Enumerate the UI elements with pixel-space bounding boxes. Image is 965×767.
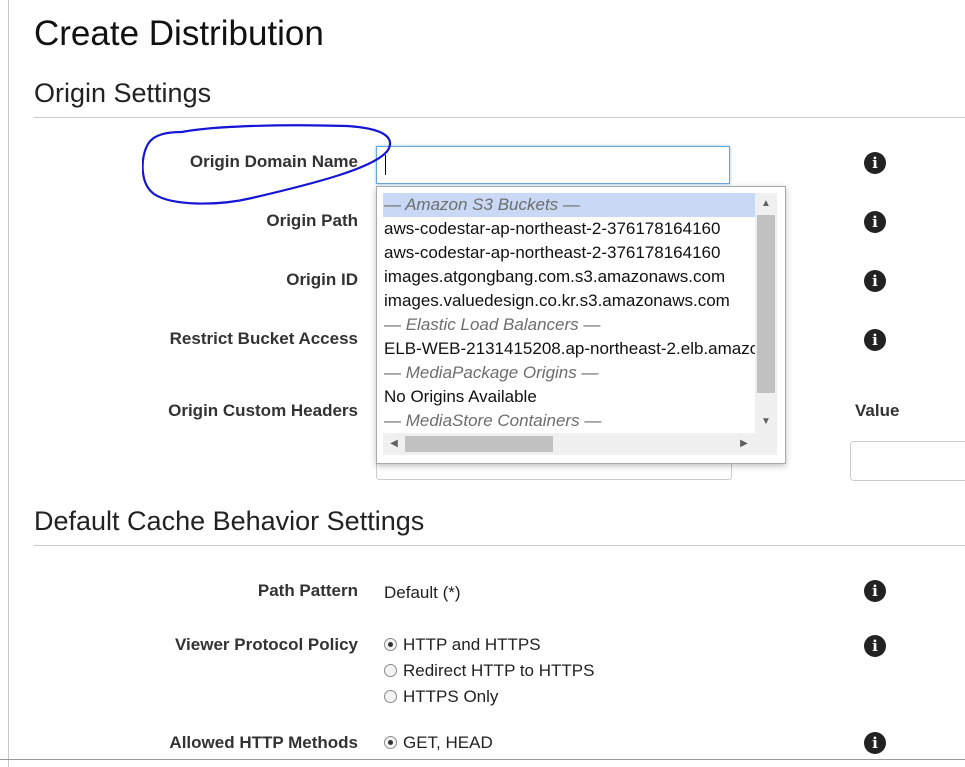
- scroll-left-icon[interactable]: ◀: [383, 433, 405, 455]
- dropdown-option[interactable]: ELB-WEB-2131415208.ap-northeast-2.elb.am…: [383, 337, 755, 361]
- origin-domain-dropdown[interactable]: — Amazon S3 Buckets — aws-codestar-ap-nor…: [376, 186, 786, 464]
- dropdown-option[interactable]: No Origins Available: [383, 385, 755, 409]
- origin-custom-headers-label: Origin Custom Headers: [168, 401, 358, 420]
- origin-domain-name-input[interactable]: [376, 146, 730, 184]
- origin-id-label: Origin ID: [286, 270, 358, 289]
- page-title: Create Distribution: [34, 14, 324, 53]
- radio-button-selected[interactable]: [384, 736, 397, 749]
- path-pattern-value: Default (*): [384, 583, 461, 602]
- dropdown-group-header: — MediaPackage Origins —: [384, 363, 599, 382]
- section-divider: [34, 117, 965, 118]
- bottom-border: [0, 759, 965, 760]
- section-title-cache-behavior: Default Cache Behavior Settings: [34, 506, 425, 536]
- radio-option-redirect-http-to-https[interactable]: Redirect HTTP to HTTPS: [384, 660, 594, 682]
- info-icon[interactable]: i: [864, 211, 886, 233]
- vertical-scroll-thumb[interactable]: [757, 215, 775, 393]
- dropdown-option[interactable]: images.valuedesign.co.kr.s3.amazonaws.co…: [383, 289, 755, 313]
- radio-option-https-only[interactable]: HTTPS Only: [384, 686, 498, 708]
- scroll-right-icon[interactable]: ▶: [733, 433, 755, 455]
- header-value-label: Value: [855, 401, 900, 420]
- origin-domain-name-label: Origin Domain Name: [189, 152, 358, 171]
- dropdown-group-header: — Elastic Load Balancers —: [384, 315, 601, 334]
- dropdown-option[interactable]: aws-codestar-ap-northeast-2-376178164160: [383, 217, 755, 241]
- info-icon[interactable]: i: [864, 152, 886, 174]
- dropdown-option[interactable]: aws-codestar-ap-northeast-2-376178164160: [383, 241, 755, 265]
- info-icon[interactable]: i: [864, 635, 886, 657]
- section-title-origin-settings: Origin Settings: [34, 78, 212, 108]
- dropdown-group-header: — Amazon S3 Buckets —: [383, 193, 755, 217]
- scroll-up-icon[interactable]: ▲: [755, 193, 777, 215]
- info-icon[interactable]: i: [864, 270, 886, 292]
- allowed-http-methods-label: Allowed HTTP Methods: [169, 733, 358, 752]
- horizontal-scroll-thumb[interactable]: [405, 436, 553, 452]
- horizontal-scrollbar[interactable]: ◀ ▶: [383, 433, 777, 455]
- radio-button-selected[interactable]: [384, 638, 397, 651]
- radio-button[interactable]: [384, 690, 397, 703]
- header-value-input[interactable]: [850, 441, 965, 481]
- dropdown-group-header: — MediaStore Containers —: [384, 411, 602, 430]
- section-divider: [34, 545, 965, 546]
- origin-path-label: Origin Path: [266, 211, 358, 230]
- vertical-scrollbar[interactable]: ▲ ▼: [755, 193, 777, 433]
- info-icon[interactable]: i: [864, 580, 886, 602]
- dropdown-options-list[interactable]: — Amazon S3 Buckets — aws-codestar-ap-nor…: [383, 193, 755, 433]
- scroll-down-icon[interactable]: ▼: [755, 411, 777, 433]
- radio-option-http-and-https[interactable]: HTTP and HTTPS: [384, 634, 541, 656]
- restrict-bucket-access-label: Restrict Bucket Access: [169, 329, 358, 348]
- viewer-protocol-policy-label: Viewer Protocol Policy: [175, 635, 358, 654]
- path-pattern-label: Path Pattern: [257, 581, 358, 600]
- info-icon[interactable]: i: [864, 732, 886, 754]
- info-icon[interactable]: i: [864, 329, 886, 351]
- left-border: [8, 0, 9, 767]
- text-caret: [385, 155, 386, 175]
- dropdown-option[interactable]: images.atgongbang.com.s3.amazonaws.com: [383, 265, 755, 289]
- radio-button[interactable]: [384, 664, 397, 677]
- radio-option-get-head[interactable]: GET, HEAD: [384, 732, 493, 754]
